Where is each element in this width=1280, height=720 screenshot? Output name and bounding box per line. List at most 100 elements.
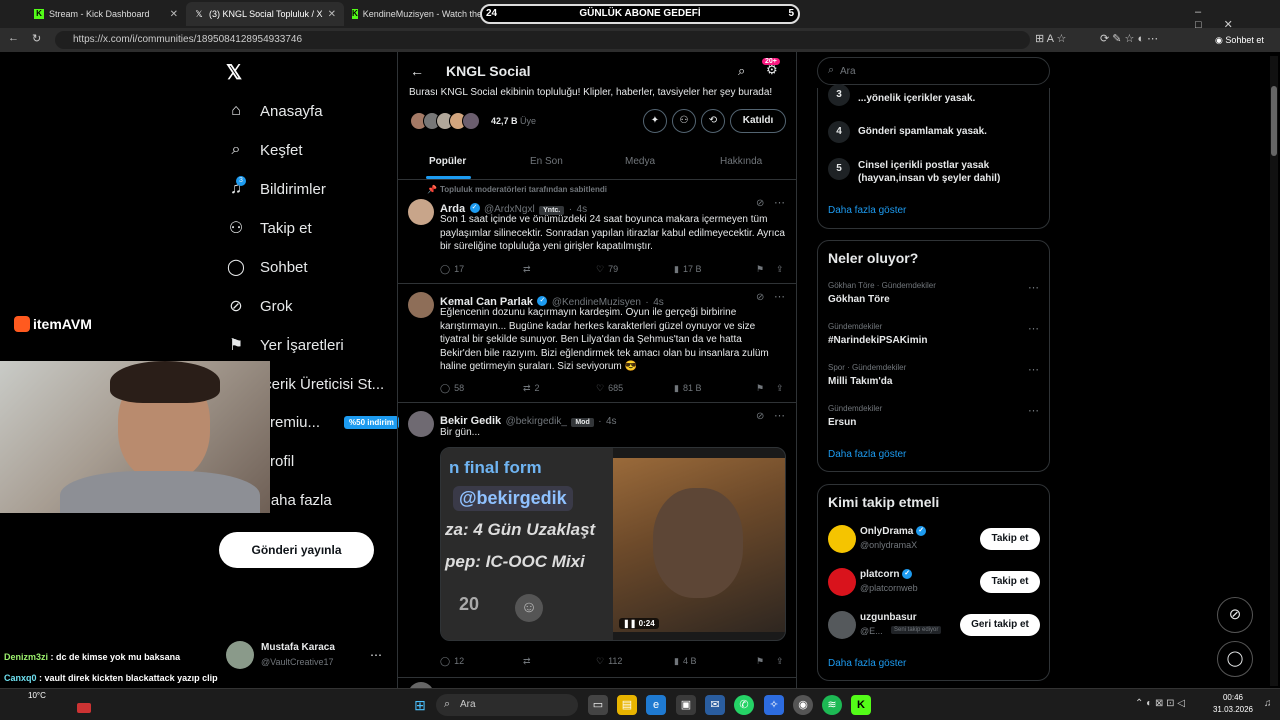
back-arrow-icon[interactable]: ← bbox=[410, 63, 424, 79]
tab-about[interactable]: Hakkında bbox=[720, 156, 762, 167]
tab-kngl-social[interactable]: 𝕏 (3) KNGL Social Topluluk / X ✕ bbox=[186, 2, 344, 26]
obs-icon[interactable]: ◉ bbox=[793, 695, 813, 715]
nav-follow[interactable]: ⚇ Takip et bbox=[226, 212, 312, 244]
share-button[interactable]: ⇪ bbox=[776, 261, 784, 277]
file-explorer-icon[interactable]: ▤ bbox=[617, 695, 637, 715]
share-button[interactable]: ⇪ bbox=[776, 653, 784, 669]
tab-media[interactable]: Medya bbox=[625, 156, 655, 167]
views-button[interactable]: ▮ 17 B bbox=[674, 261, 756, 277]
tab-kendinemuzisyen[interactable]: K KendineMuzisyen - Watch the V bbox=[344, 2, 484, 26]
grok-icon[interactable]: ⊘ bbox=[756, 411, 764, 422]
search-icon[interactable]: ⌕ bbox=[738, 63, 745, 79]
sparkle-icon[interactable]: ✦ bbox=[643, 109, 667, 133]
search-input[interactable]: ⌕ Ara bbox=[817, 57, 1050, 85]
bookmark-button[interactable]: ⚑ bbox=[756, 380, 776, 396]
extensions-icon[interactable]: ⊞ A ☆ bbox=[1035, 32, 1066, 45]
windows-start-icon[interactable]: ⊞ bbox=[410, 695, 430, 715]
follow-button[interactable]: Takip et bbox=[980, 528, 1040, 550]
like-button[interactable]: ♡ 79 bbox=[596, 261, 674, 277]
views-button[interactable]: ▮ 81 B bbox=[674, 380, 756, 396]
reply-button[interactable]: ◯ 12 bbox=[440, 653, 523, 669]
bookmark-button[interactable]: ⚑ bbox=[756, 653, 776, 669]
post-button[interactable]: Gönderi yayınla bbox=[219, 532, 374, 568]
share-icon[interactable]: ⟲ bbox=[701, 109, 725, 133]
repost-button[interactable]: ⇄ bbox=[523, 653, 596, 669]
avatar[interactable] bbox=[408, 292, 434, 318]
post-item[interactable]: Bekir Gedik @bekirgedik_ Mod · 4s ⊘ ⋯ Bi… bbox=[398, 403, 796, 678]
avatar[interactable] bbox=[828, 525, 856, 553]
trend-more-icon[interactable]: ⋯ bbox=[1028, 404, 1039, 417]
spotify-icon[interactable]: ≋ bbox=[822, 695, 842, 715]
trend-more-icon[interactable]: ⋯ bbox=[1028, 322, 1039, 335]
follow-button[interactable]: Takip et bbox=[980, 571, 1040, 593]
x-logo-icon[interactable]: 𝕏 bbox=[226, 60, 242, 85]
reply-button[interactable]: ◯ 58 bbox=[440, 380, 523, 396]
more-icon[interactable]: ⋯ bbox=[774, 409, 785, 422]
grok-icon[interactable]: ⊘ bbox=[756, 198, 764, 209]
avatar[interactable] bbox=[408, 199, 434, 225]
author-handle[interactable]: @bekirgedik_ bbox=[506, 416, 567, 427]
toolbar-icons[interactable]: ⟳ ✎ ☆ ◐ ⋯ bbox=[1100, 32, 1158, 45]
kick-app-icon[interactable]: K bbox=[851, 695, 871, 715]
nav-bookmarks[interactable]: ⚑ Yer İşaretleri bbox=[226, 329, 344, 361]
post-video[interactable]: n final form @bekirgedik za: 4 Gün Uzakl… bbox=[440, 447, 786, 641]
trend-item[interactable]: Gökhan Töre · Gündemdekiler Gökhan Töre bbox=[828, 281, 1038, 305]
trend-more-icon[interactable]: ⋯ bbox=[1028, 363, 1039, 376]
suggested-name[interactable]: uzgunbasur bbox=[860, 612, 917, 623]
tab-kick-dashboard[interactable]: K Stream - Kick Dashboard ✕ bbox=[26, 2, 186, 26]
share-button[interactable]: ⇪ bbox=[776, 380, 784, 396]
views-button[interactable]: ▮ 4 B bbox=[674, 653, 756, 669]
grok-icon[interactable]: ⊘ bbox=[756, 292, 764, 303]
avatar[interactable] bbox=[828, 568, 856, 596]
joined-button[interactable]: Katıldı bbox=[730, 109, 786, 133]
notification-bell-icon[interactable]: ♫ bbox=[1264, 698, 1272, 709]
taskbar-search[interactable]: ⌕ Ara bbox=[436, 694, 578, 716]
follow-back-button[interactable]: Geri takip et bbox=[960, 614, 1040, 636]
reply-button[interactable]: ◯ 17 bbox=[440, 261, 523, 277]
repost-button[interactable]: ⇄ 2 bbox=[523, 380, 596, 396]
like-button[interactable]: ♡ 685 bbox=[596, 380, 674, 396]
like-button[interactable]: ♡ 112 bbox=[596, 653, 674, 669]
nav-notifications[interactable]: ♫ 3 Bildirimler bbox=[226, 173, 326, 205]
avatar[interactable] bbox=[408, 411, 434, 437]
close-icon[interactable]: ✕ bbox=[328, 9, 336, 20]
whatsapp-icon[interactable]: ✆ bbox=[734, 695, 754, 715]
bookmark-button[interactable]: ⚑ bbox=[756, 261, 776, 277]
mail-icon[interactable]: ✉ bbox=[705, 695, 725, 715]
account-avatar[interactable] bbox=[226, 641, 254, 669]
system-tray-icons[interactable]: ⌃ ◐ ⊠ ⊡ ◁ bbox=[1135, 698, 1185, 709]
repost-button[interactable]: ⇄ bbox=[523, 261, 596, 277]
nav-home[interactable]: ⌂ Anasayfa bbox=[226, 95, 322, 127]
app-icon[interactable]: ▣ bbox=[676, 695, 696, 715]
post-item[interactable]: Kemal Can Parlak ✓ @KendineMuzisyen · 4s… bbox=[398, 284, 796, 403]
app-icon[interactable]: ✧ bbox=[764, 695, 784, 715]
more-icon[interactable]: ⋯ bbox=[774, 290, 785, 303]
trend-item[interactable]: Spor · Gündemdekiler Milli Takım'da bbox=[828, 363, 1038, 387]
suggested-name[interactable]: OnlyDrama ✓ bbox=[860, 526, 927, 537]
avatar[interactable] bbox=[828, 611, 856, 639]
show-more-link[interactable]: Daha fazla göster bbox=[828, 205, 906, 216]
nav-chat[interactable]: ◯ Sohbet bbox=[226, 251, 308, 283]
scrollbar-thumb[interactable] bbox=[1271, 86, 1277, 156]
scrollbar[interactable] bbox=[1270, 56, 1278, 686]
refresh-icon[interactable]: ↻ bbox=[32, 32, 41, 45]
edge-icon[interactable]: e bbox=[646, 695, 666, 715]
task-view-icon[interactable]: ▭ bbox=[588, 695, 608, 715]
trend-more-icon[interactable]: ⋯ bbox=[1028, 281, 1039, 294]
message-fab[interactable]: ◯ bbox=[1217, 641, 1253, 677]
account-more-icon[interactable]: ⋯ bbox=[370, 648, 382, 662]
tab-latest[interactable]: En Son bbox=[530, 156, 563, 167]
back-icon[interactable]: ← bbox=[8, 32, 19, 44]
trend-item[interactable]: Gündemdekiler #NarindekiPSAKimin bbox=[828, 322, 1038, 346]
suggested-name[interactable]: platcorn ✓ bbox=[860, 569, 913, 580]
member-avatars[interactable] bbox=[410, 112, 482, 132]
copilot-button[interactable]: ◉ Sohbet et bbox=[1215, 32, 1275, 48]
nav-grok[interactable]: ⊘ Grok bbox=[226, 290, 292, 322]
url-field[interactable]: https://x.com/i/communities/189508412895… bbox=[55, 31, 1030, 49]
tab-popular[interactable]: Popüler bbox=[429, 156, 466, 167]
close-icon[interactable]: ✕ bbox=[170, 9, 178, 20]
show-more-link[interactable]: Daha fazla göster bbox=[828, 449, 906, 460]
add-member-icon[interactable]: ⚇ bbox=[672, 109, 696, 133]
more-icon[interactable]: ⋯ bbox=[774, 196, 785, 209]
grok-fab[interactable]: ⊘ bbox=[1217, 597, 1253, 633]
